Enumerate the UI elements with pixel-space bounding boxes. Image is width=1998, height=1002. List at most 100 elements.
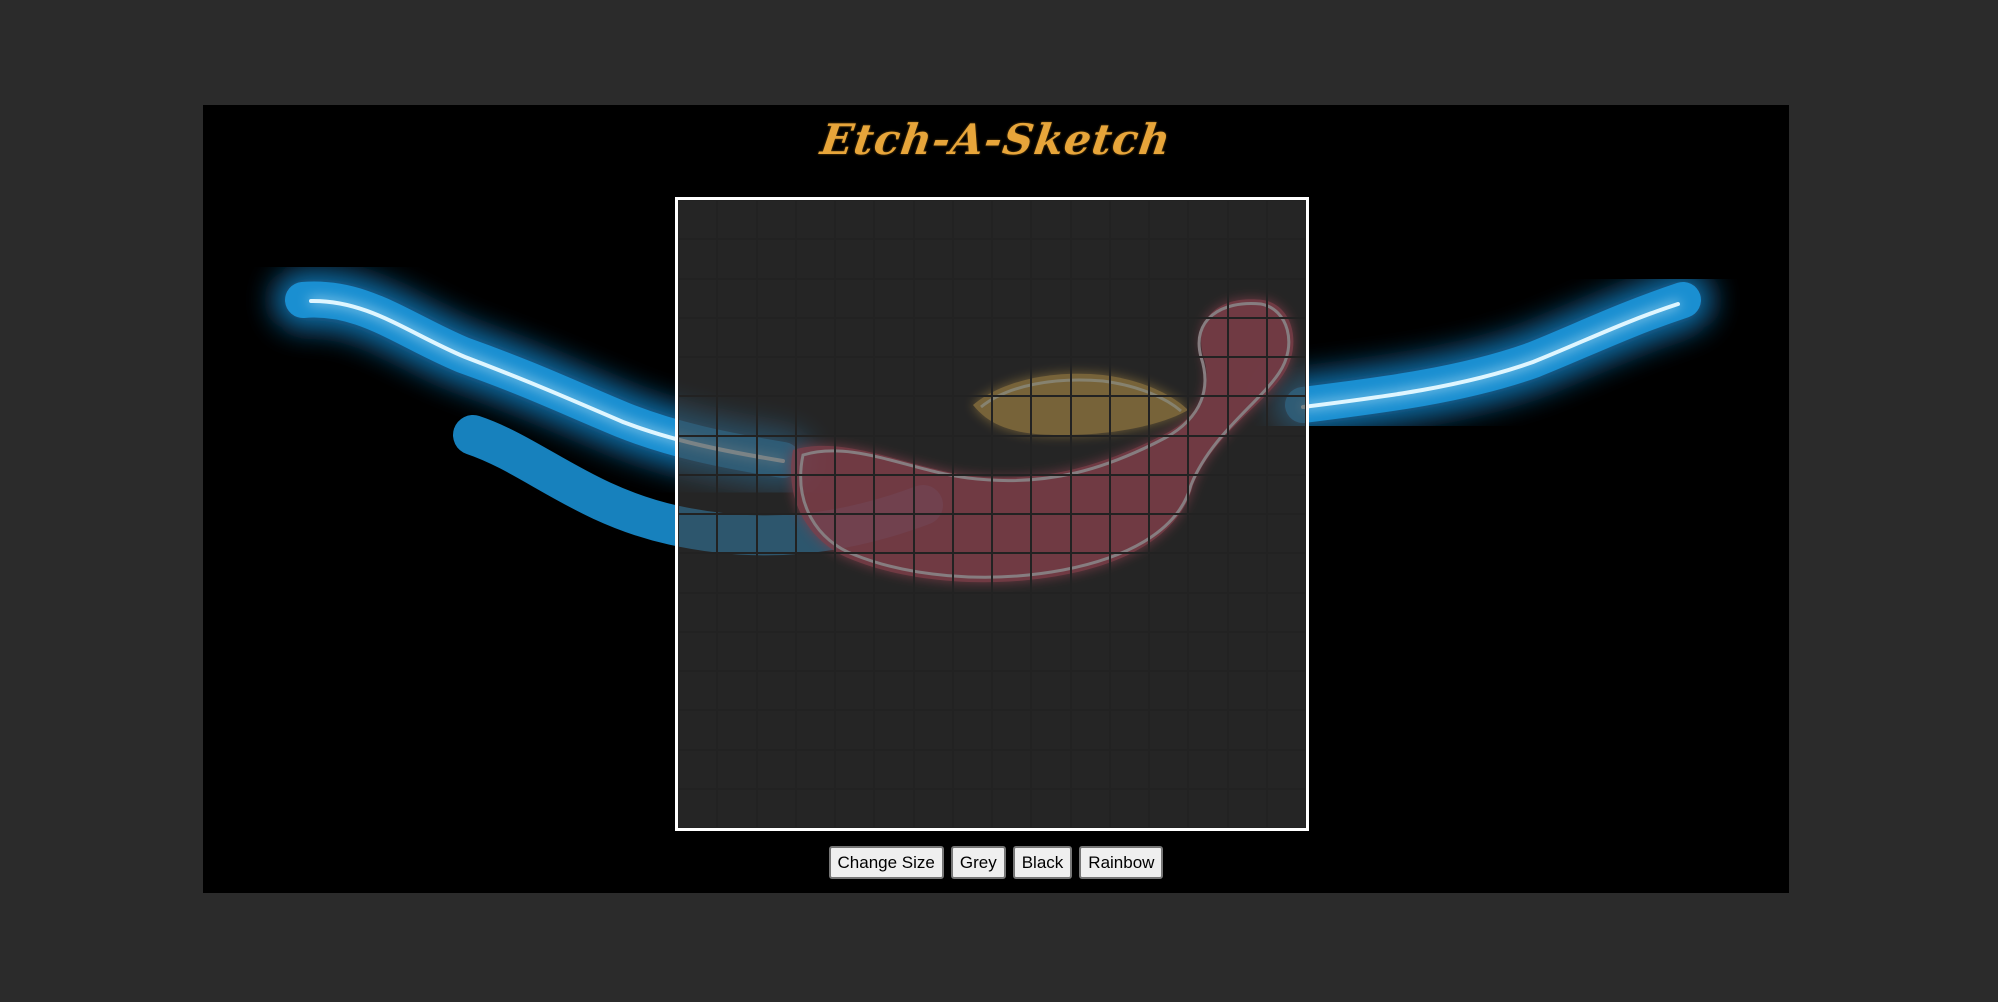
grid-cell[interactable]	[1031, 317, 1071, 357]
grid-cell[interactable]	[678, 200, 718, 240]
grid-cell[interactable]	[1227, 357, 1267, 397]
grid-cell[interactable]	[795, 514, 835, 554]
black-button[interactable]: Black	[1012, 846, 1073, 879]
grid-cell[interactable]	[1031, 239, 1071, 279]
grid-cell[interactable]	[1070, 357, 1110, 397]
grid-cell[interactable]	[795, 671, 835, 711]
grid-cell[interactable]	[952, 200, 992, 240]
grid-cell[interactable]	[952, 239, 992, 279]
grid-cell[interactable]	[1149, 239, 1189, 279]
grid-cell[interactable]	[1070, 200, 1110, 240]
grid-cell[interactable]	[717, 357, 757, 397]
grid-cell[interactable]	[835, 710, 875, 750]
grid-cell[interactable]	[913, 514, 953, 554]
grid-cell[interactable]	[1070, 671, 1110, 711]
grid-cell[interactable]	[913, 631, 953, 671]
grid-cell[interactable]	[1070, 710, 1110, 750]
grid-cell[interactable]	[1266, 514, 1306, 554]
grid-cell[interactable]	[678, 592, 718, 632]
grid-cell[interactable]	[717, 671, 757, 711]
grid-cell[interactable]	[992, 396, 1032, 436]
grid-cell[interactable]	[1149, 592, 1189, 632]
grid-cell[interactable]	[795, 553, 835, 593]
grid-cell[interactable]	[678, 278, 718, 318]
grid-cell[interactable]	[1149, 788, 1189, 828]
grid-cell[interactable]	[756, 671, 796, 711]
grid-cell[interactable]	[1149, 749, 1189, 789]
grid-cell[interactable]	[952, 592, 992, 632]
grid-cell[interactable]	[1227, 396, 1267, 436]
grid-cell[interactable]	[756, 553, 796, 593]
grid-cell[interactable]	[874, 749, 914, 789]
grid-cell[interactable]	[1149, 514, 1189, 554]
grid-cell[interactable]	[1266, 553, 1306, 593]
grid-cell[interactable]	[1109, 592, 1149, 632]
grid-cell[interactable]	[952, 396, 992, 436]
grid-cell[interactable]	[756, 435, 796, 475]
grid-cell[interactable]	[1109, 710, 1149, 750]
grid-cell[interactable]	[835, 631, 875, 671]
grid-cell[interactable]	[756, 200, 796, 240]
grid-cell[interactable]	[1149, 278, 1189, 318]
grid-cell[interactable]	[1149, 553, 1189, 593]
grid-cell[interactable]	[874, 278, 914, 318]
grid-cell[interactable]	[1109, 553, 1149, 593]
grid-cell[interactable]	[756, 788, 796, 828]
grid-cell[interactable]	[1188, 710, 1228, 750]
grid-cell[interactable]	[992, 671, 1032, 711]
grid-cell[interactable]	[1031, 592, 1071, 632]
grid-cell[interactable]	[913, 671, 953, 711]
grid-cell[interactable]	[678, 239, 718, 279]
grid-cell[interactable]	[1109, 788, 1149, 828]
grid-cell[interactable]	[874, 671, 914, 711]
grid-cell[interactable]	[835, 357, 875, 397]
grid-cell[interactable]	[1188, 553, 1228, 593]
grid-cell[interactable]	[717, 514, 757, 554]
grid-cell[interactable]	[795, 435, 835, 475]
grid-cell[interactable]	[1227, 474, 1267, 514]
grid-cell[interactable]	[717, 631, 757, 671]
change-size-button[interactable]: Change Size	[828, 846, 944, 879]
grid-cell[interactable]	[795, 710, 835, 750]
grid-cell[interactable]	[952, 710, 992, 750]
grid-cell[interactable]	[717, 278, 757, 318]
grid-cell[interactable]	[795, 396, 835, 436]
grid-cell[interactable]	[1188, 239, 1228, 279]
grid-cell[interactable]	[1070, 592, 1110, 632]
grid-cell[interactable]	[1266, 435, 1306, 475]
grid-cell[interactable]	[1031, 631, 1071, 671]
grid-cell[interactable]	[913, 278, 953, 318]
grid-cell[interactable]	[992, 710, 1032, 750]
grid-cell[interactable]	[717, 474, 757, 514]
grid-cell[interactable]	[717, 200, 757, 240]
grid-cell[interactable]	[795, 592, 835, 632]
grid-cell[interactable]	[874, 474, 914, 514]
grid-cell[interactable]	[1266, 671, 1306, 711]
grid-cell[interactable]	[1188, 749, 1228, 789]
grid-cell[interactable]	[678, 788, 718, 828]
grid-cell[interactable]	[795, 239, 835, 279]
grid-cell[interactable]	[835, 592, 875, 632]
grid-cell[interactable]	[678, 396, 718, 436]
grid-cell[interactable]	[1070, 396, 1110, 436]
grid-cell[interactable]	[835, 553, 875, 593]
grid-cell[interactable]	[1031, 671, 1071, 711]
grid-cell[interactable]	[1031, 514, 1071, 554]
grid-cell[interactable]	[717, 396, 757, 436]
grid-cell[interactable]	[952, 631, 992, 671]
grid-cell[interactable]	[1070, 631, 1110, 671]
grid-cell[interactable]	[1266, 788, 1306, 828]
grid-cell[interactable]	[1070, 278, 1110, 318]
grid-cell[interactable]	[1227, 592, 1267, 632]
grid-cell[interactable]	[756, 239, 796, 279]
grid-cell[interactable]	[795, 788, 835, 828]
grid-cell[interactable]	[1149, 317, 1189, 357]
grid-cell[interactable]	[1227, 788, 1267, 828]
sketch-grid[interactable]	[675, 197, 1309, 831]
grid-cell[interactable]	[1070, 317, 1110, 357]
grid-cell[interactable]	[1227, 435, 1267, 475]
grid-cell[interactable]	[913, 474, 953, 514]
grid-cell[interactable]	[1188, 788, 1228, 828]
grid-cell[interactable]	[1227, 749, 1267, 789]
grid-cell[interactable]	[756, 710, 796, 750]
